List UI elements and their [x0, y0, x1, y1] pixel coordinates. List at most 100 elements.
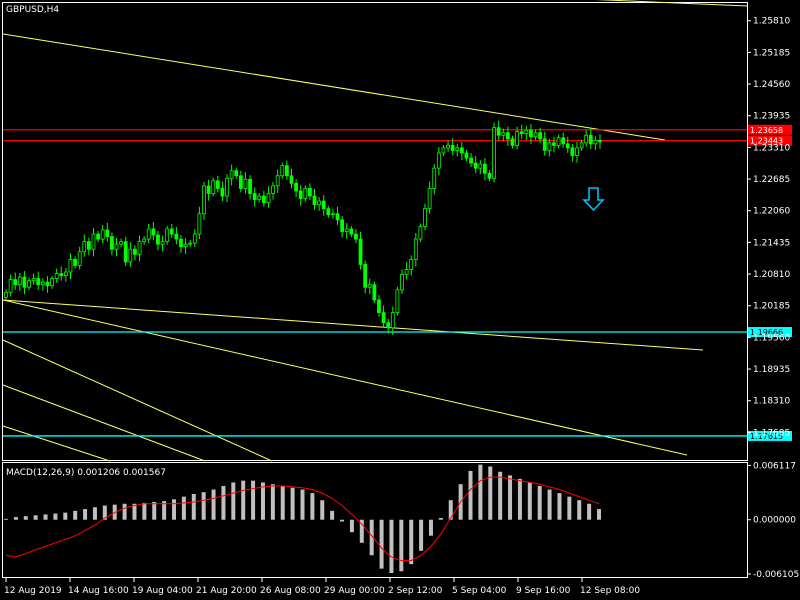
- candle-body: [561, 137, 566, 145]
- candle-body: [174, 233, 179, 240]
- time-tick-label: 12 Sep 08:00: [580, 586, 640, 596]
- trendline-fan-3[interactable]: [2, 425, 111, 462]
- candle-body: [82, 241, 87, 253]
- price-candles: [4, 120, 602, 335]
- macd-tick-label: 0.000000: [753, 516, 796, 526]
- trendline-fan-2[interactable]: [2, 384, 206, 462]
- candle-body: [137, 241, 142, 255]
- candle-body: [372, 284, 377, 301]
- candle-body: [317, 200, 322, 206]
- candle-body: [377, 299, 381, 313]
- trendline-descending-resistance[interactable]: [2, 33, 666, 141]
- price-tick-label: 1.22060: [753, 207, 790, 217]
- candle-body: [363, 264, 368, 288]
- chart-canvas[interactable]: 1.236581.234431.196661.17615 1.258101.25…: [0, 0, 800, 600]
- candle-body: [446, 144, 450, 149]
- trendline-support-upper[interactable]: [2, 299, 704, 351]
- price-tick-label: 1.23310: [753, 143, 790, 153]
- candle-body: [289, 175, 294, 184]
- time-tick-label: 2 Sep 12:00: [388, 586, 443, 596]
- candle-body: [538, 132, 543, 140]
- candle-body: [501, 132, 506, 136]
- candle-body: [238, 175, 243, 189]
- candle-body: [308, 188, 312, 197]
- candle-body: [506, 132, 510, 140]
- sell-arrow-icon[interactable]: [582, 187, 605, 212]
- candle-body: [579, 142, 584, 149]
- candle-body: [284, 165, 289, 177]
- candle-body: [36, 278, 41, 286]
- candle-body: [188, 242, 193, 245]
- trendlines[interactable]: [2, 0, 749, 462]
- candle-body: [331, 213, 335, 216]
- candle-body: [13, 279, 18, 286]
- candle-body: [464, 152, 469, 159]
- candle-body: [22, 276, 27, 288]
- time-tick-label: 29 Aug 00:00: [324, 586, 385, 596]
- candle-body: [142, 238, 147, 243]
- candle-body: [234, 170, 239, 177]
- candle-body: [335, 213, 340, 221]
- candle-body: [547, 142, 552, 151]
- candle-body: [96, 233, 100, 240]
- candle-body: [8, 279, 13, 293]
- time-tick-label: 5 Sep 04:00: [452, 586, 507, 596]
- candle-body: [110, 236, 114, 250]
- price-tick-label: 1.19560: [753, 333, 790, 343]
- price-tick-label: 1.17685: [753, 428, 790, 438]
- price-tag-label: 1.23658: [750, 126, 783, 135]
- candle-body: [344, 228, 349, 232]
- candle-body: [593, 139, 598, 145]
- candle-body: [510, 138, 515, 146]
- candle-body: [27, 280, 31, 288]
- candle-body: [100, 229, 105, 240]
- candle-body: [459, 147, 464, 154]
- candle-body: [156, 234, 160, 245]
- candle-body: [575, 147, 579, 156]
- candle-body: [469, 157, 473, 164]
- time-axis: 12 Aug 2019 14 Aug 16:00 19 Aug 04:00 21 Au…: [4, 578, 640, 596]
- candle-body: [340, 219, 345, 232]
- candle-body: [358, 238, 363, 265]
- candle-body: [478, 163, 483, 169]
- candle-body: [565, 143, 570, 149]
- candle-body: [215, 180, 220, 189]
- candle-body: [220, 188, 225, 197]
- candle-body: [519, 131, 524, 135]
- candle-body: [202, 185, 206, 215]
- candle-body: [40, 281, 45, 286]
- candle-body: [86, 241, 91, 250]
- candle-body: [4, 291, 8, 298]
- candle-body: [390, 312, 395, 329]
- trendline-support-lower[interactable]: [2, 299, 688, 456]
- candle-body: [257, 195, 262, 200]
- macd-tick-label: -0.006105: [753, 570, 799, 580]
- candle-body: [556, 137, 561, 146]
- price-tick-label: 1.23935: [753, 112, 790, 122]
- price-tick-label: 1.25810: [753, 17, 790, 27]
- candle-body: [312, 195, 317, 206]
- candle-body: [261, 195, 266, 204]
- candle-body: [63, 271, 68, 276]
- candle-body: [59, 273, 64, 276]
- candle-body: [367, 284, 372, 288]
- price-tick-label: 1.22685: [753, 175, 790, 185]
- candle-body: [275, 175, 280, 187]
- macd-label: MACD(12,26,9) 0.001206 0.001567: [6, 468, 166, 478]
- candle-body: [248, 178, 252, 194]
- candle-body: [206, 185, 211, 194]
- candle-body: [524, 129, 529, 135]
- candle-body: [409, 258, 414, 270]
- candle-body: [31, 278, 36, 282]
- candle-body: [381, 312, 386, 324]
- candle-body: [450, 144, 455, 151]
- candle-body: [529, 129, 533, 138]
- macd-tick-label: 0.006117: [753, 461, 796, 471]
- price-tick-label: 1.21435: [753, 238, 790, 248]
- price-tick-label: 1.20810: [753, 270, 790, 280]
- price-axis: 1.25810 1.25185 1.24560 1.23935 1.23310 1.226…: [747, 17, 790, 438]
- candle-body: [211, 180, 216, 194]
- macd-pane-frame: [2, 462, 748, 578]
- candle-body: [598, 139, 602, 143]
- candle-body: [552, 142, 556, 146]
